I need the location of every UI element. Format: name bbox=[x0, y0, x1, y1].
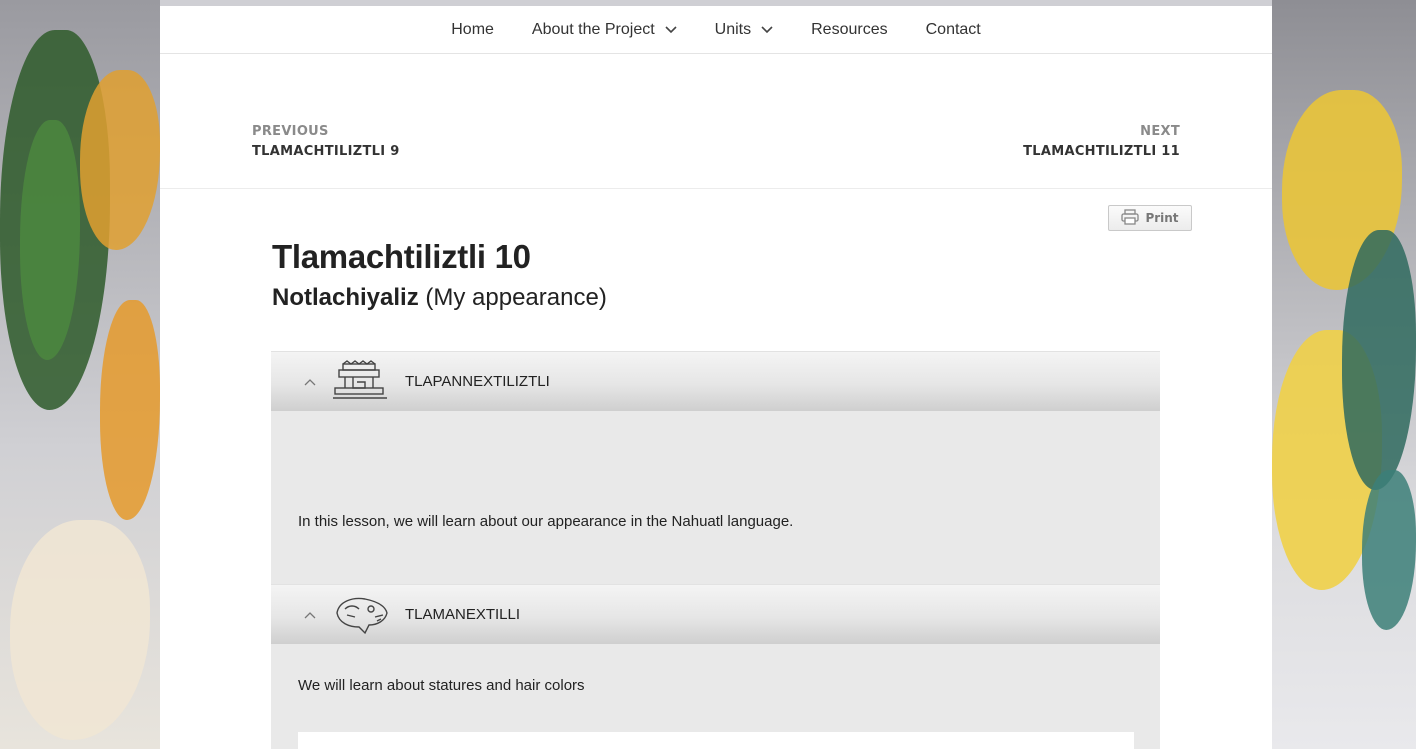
temple-glyph-icon bbox=[331, 358, 391, 406]
content-box bbox=[298, 732, 1134, 749]
top-navigation: Home About the Project Units Resources C… bbox=[160, 6, 1272, 54]
page-container: Home About the Project Units Resources C… bbox=[160, 6, 1272, 749]
previous-post-link[interactable]: PREVIOUS TLAMACHTILIZTLI 9 bbox=[252, 124, 400, 159]
page-title: Tlamachtiliztli 10 bbox=[272, 238, 531, 275]
chevron-up-icon bbox=[271, 374, 331, 389]
nav-resources[interactable]: Resources bbox=[811, 21, 887, 39]
chevron-up-icon bbox=[271, 607, 331, 622]
nav-about-the-project[interactable]: About the Project bbox=[532, 21, 677, 39]
lesson-accordion: TLAPANNEXTILIZTLI In this lesson, we wil… bbox=[271, 351, 1160, 749]
lesson-heading: Tlamachtiliztli 10 Notlachiyaliz (My app… bbox=[272, 238, 607, 312]
print-button[interactable]: Print bbox=[1108, 205, 1192, 231]
accordion-header-tlamanextilli[interactable]: TLAMANEXTILLI bbox=[271, 584, 1160, 644]
nav-contact[interactable]: Contact bbox=[926, 21, 981, 39]
chevron-down-icon bbox=[665, 25, 677, 37]
accordion-header-tlapannextiliztli[interactable]: TLAPANNEXTILIZTLI bbox=[271, 351, 1160, 411]
nav-units[interactable]: Units bbox=[715, 21, 773, 39]
accordion-panel-tlapannextiliztli: In this lesson, we will learn about our … bbox=[271, 411, 1160, 584]
background-art-right bbox=[1272, 0, 1416, 749]
section-divider bbox=[160, 188, 1272, 189]
accordion-panel-tlamanextilli: We will learn about statures and hair co… bbox=[271, 644, 1160, 749]
animal-glyph-icon bbox=[331, 591, 391, 639]
background-art-left bbox=[0, 0, 160, 749]
chevron-down-icon bbox=[761, 25, 773, 37]
next-post-link[interactable]: NEXT TLAMACHTILIZTLI 11 bbox=[1023, 124, 1180, 159]
post-navigation: PREVIOUS TLAMACHTILIZTLI 9 NEXT TLAMACHT… bbox=[252, 124, 1180, 170]
printer-icon bbox=[1121, 208, 1140, 228]
nav-home[interactable]: Home bbox=[451, 21, 494, 39]
page-subtitle: Notlachiyaliz (My appearance) bbox=[272, 284, 607, 311]
